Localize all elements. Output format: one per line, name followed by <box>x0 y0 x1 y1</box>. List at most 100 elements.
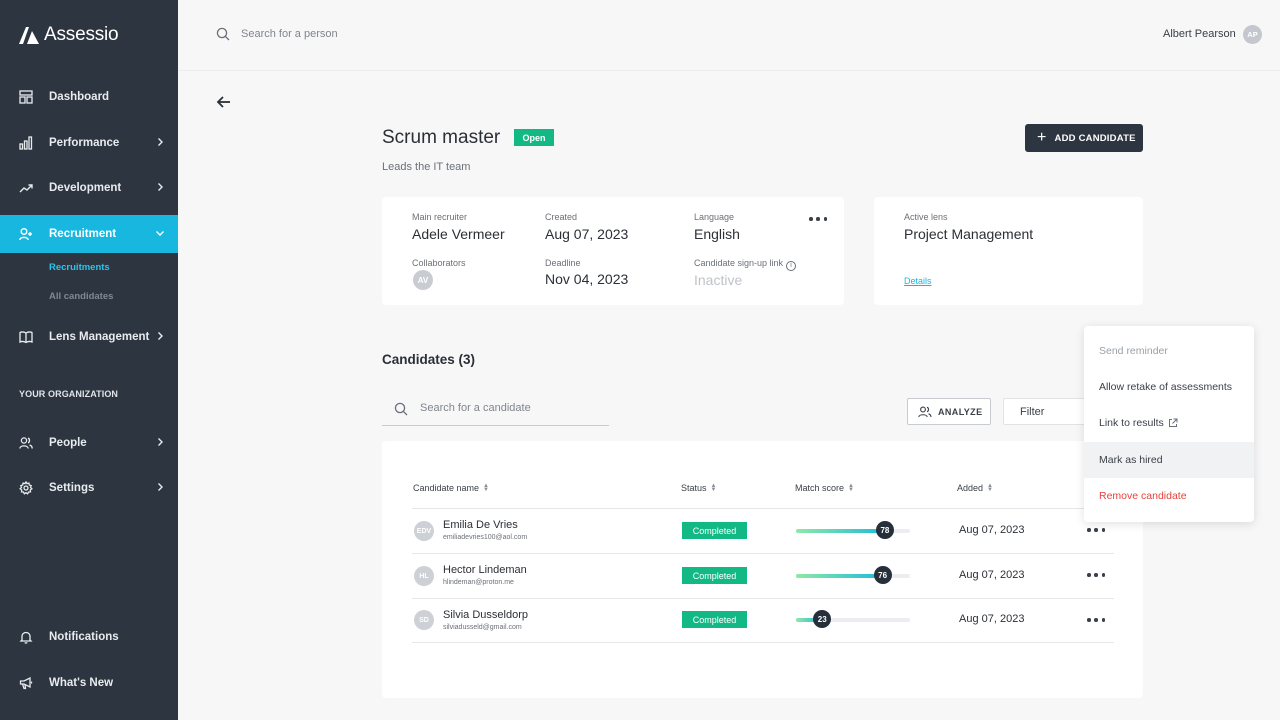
sidebar-item-label: People <box>49 437 87 449</box>
gear-icon <box>18 480 34 496</box>
row-more-options-icon[interactable] <box>1087 572 1105 578</box>
match-score-fill <box>796 529 885 533</box>
active-lens-value: Project Management <box>904 226 1034 242</box>
sidebar-item-performance[interactable]: Performance <box>0 124 178 162</box>
page-title: Scrum master <box>382 127 501 148</box>
collaborators-label: Collaborators <box>412 258 466 268</box>
user-name[interactable]: Albert Pearson <box>1163 28 1236 40</box>
dashboard-icon <box>18 89 34 105</box>
sidebar-item-label: Performance <box>49 137 120 149</box>
add-candidate-button[interactable]: + ADD CANDIDATE <box>1025 124 1143 152</box>
sidebar-item-label: Dashboard <box>49 91 110 103</box>
table-divider <box>412 598 1114 599</box>
analyze-button[interactable]: ANALYZE <box>907 398 991 425</box>
candidate-email: silviadusseld@gmail.com <box>443 624 522 631</box>
external-link-icon <box>1168 418 1178 427</box>
status-badge: Completed <box>682 611 747 628</box>
table-divider <box>412 508 1114 509</box>
row-more-options-icon[interactable] <box>1087 527 1105 533</box>
more-options-icon[interactable] <box>809 216 827 222</box>
sidebar-item-recruitment[interactable]: Recruitment <box>0 215 178 253</box>
sidebar-subitem-all-candidates[interactable]: All candidates <box>49 291 113 302</box>
match-score-fill <box>796 574 883 578</box>
column-header-match-score[interactable]: Match score ▲ ▼ <box>795 483 854 493</box>
chevron-right-icon <box>158 138 163 146</box>
filter-select[interactable]: Filter <box>1003 398 1093 425</box>
active-lens-label: Active lens <box>904 212 948 222</box>
sort-icon: ▲ ▼ <box>710 483 717 493</box>
match-score-badge: 76 <box>873 566 892 584</box>
signup-link-label-text: Candidate sign-up link <box>694 258 784 268</box>
people-icon <box>18 435 34 451</box>
row-actions-menu: Send reminder Allow retake of assessment… <box>1084 326 1254 522</box>
logo-icon <box>19 27 39 44</box>
sidebar-item-settings[interactable]: Settings <box>0 469 178 507</box>
app-name: Assessio <box>44 24 119 45</box>
person-search-input[interactable]: Search for a person <box>241 28 338 40</box>
match-score-bar: 78 <box>796 521 910 539</box>
sidebar: Assessio Dashboard Performance Developme… <box>0 0 178 720</box>
menu-item-link-to-results[interactable]: Link to results <box>1084 405 1254 441</box>
deadline-value: Nov 04, 2023 <box>545 271 629 287</box>
sidebar-item-dashboard[interactable]: Dashboard <box>0 78 178 116</box>
column-header-label: Added <box>957 483 984 493</box>
bar-chart-icon <box>18 135 34 151</box>
sidebar-item-lens-management[interactable]: Lens Management <box>0 318 178 356</box>
chevron-down-icon <box>156 231 164 236</box>
user-avatar[interactable]: AP <box>1243 25 1262 44</box>
bell-icon <box>18 629 34 645</box>
menu-item-mark-as-hired[interactable]: Mark as hired <box>1084 442 1254 478</box>
recruitment-description: Leads the IT team <box>382 161 471 173</box>
chevron-right-icon <box>158 332 163 340</box>
sort-icon: ▲ ▼ <box>848 483 854 493</box>
sidebar-item-development[interactable]: Development <box>0 169 178 207</box>
column-header-name[interactable]: Candidate name ▲ ▼ <box>413 483 489 493</box>
menu-item-label: Link to results <box>1099 417 1164 429</box>
lens-details-link[interactable]: Details <box>904 276 932 286</box>
candidate-avatar: EDV <box>414 521 434 541</box>
signup-link-label: Candidate sign-up link i <box>694 258 797 271</box>
sidebar-item-label: What's New <box>49 677 114 689</box>
row-more-options-icon[interactable] <box>1087 617 1105 623</box>
language-label: Language <box>694 212 735 222</box>
menu-item-send-reminder[interactable]: Send reminder <box>1084 333 1254 369</box>
sidebar-item-notifications[interactable]: Notifications <box>0 618 178 656</box>
sidebar-item-whats-new[interactable]: What's New <box>0 664 178 702</box>
candidate-name[interactable]: Emilia De Vries <box>443 519 518 531</box>
search-icon <box>394 402 408 416</box>
candidate-avatar: SD <box>414 610 434 630</box>
candidates-heading: Candidates (3) <box>382 352 476 367</box>
back-arrow-icon[interactable] <box>215 93 233 111</box>
sidebar-subitem-recruitments[interactable]: Recruitments <box>49 262 110 273</box>
table-divider <box>412 553 1114 554</box>
candidate-name[interactable]: Silvia Dusseldorp <box>443 609 528 621</box>
add-candidate-label: ADD CANDIDATE <box>1054 132 1136 144</box>
candidate-search-input[interactable]: Search for a candidate <box>382 393 609 426</box>
added-date: Aug 07, 2023 <box>959 569 1025 581</box>
column-header-label: Status <box>681 483 707 493</box>
menu-item-remove-candidate[interactable]: Remove candidate <box>1084 478 1254 514</box>
added-date: Aug 07, 2023 <box>959 524 1025 536</box>
language-value: English <box>694 226 740 242</box>
table-divider <box>412 642 1114 643</box>
logo[interactable]: Assessio <box>18 24 119 46</box>
sidebar-item-label: Recruitment <box>49 228 117 240</box>
recruitment-info-card: Main recruiter Adele Vermeer Created Aug… <box>382 197 844 305</box>
add-person-icon <box>18 226 34 242</box>
signup-link-value: Inactive <box>694 272 743 288</box>
sidebar-item-people[interactable]: People <box>0 424 178 462</box>
chevron-right-icon <box>158 183 163 191</box>
candidate-email: emiliadevries100@aol.com <box>443 534 528 541</box>
match-score-badge: 78 <box>875 521 894 539</box>
column-header-status[interactable]: Status ▲ ▼ <box>681 483 716 493</box>
added-date: Aug 07, 2023 <box>959 613 1025 625</box>
section-label-organization: YOUR ORGANIZATION <box>19 389 119 399</box>
column-header-added[interactable]: Added ▲ ▼ <box>957 483 993 493</box>
collaborator-avatar[interactable]: AV <box>413 270 433 290</box>
candidate-search-placeholder: Search for a candidate <box>420 402 531 414</box>
status-badge: Completed <box>682 522 747 539</box>
info-icon[interactable]: i <box>786 261 797 271</box>
menu-item-allow-retake[interactable]: Allow retake of assessments <box>1084 369 1254 405</box>
candidate-name[interactable]: Hector Lindeman <box>443 564 527 576</box>
match-score-bar: 76 <box>796 566 910 584</box>
